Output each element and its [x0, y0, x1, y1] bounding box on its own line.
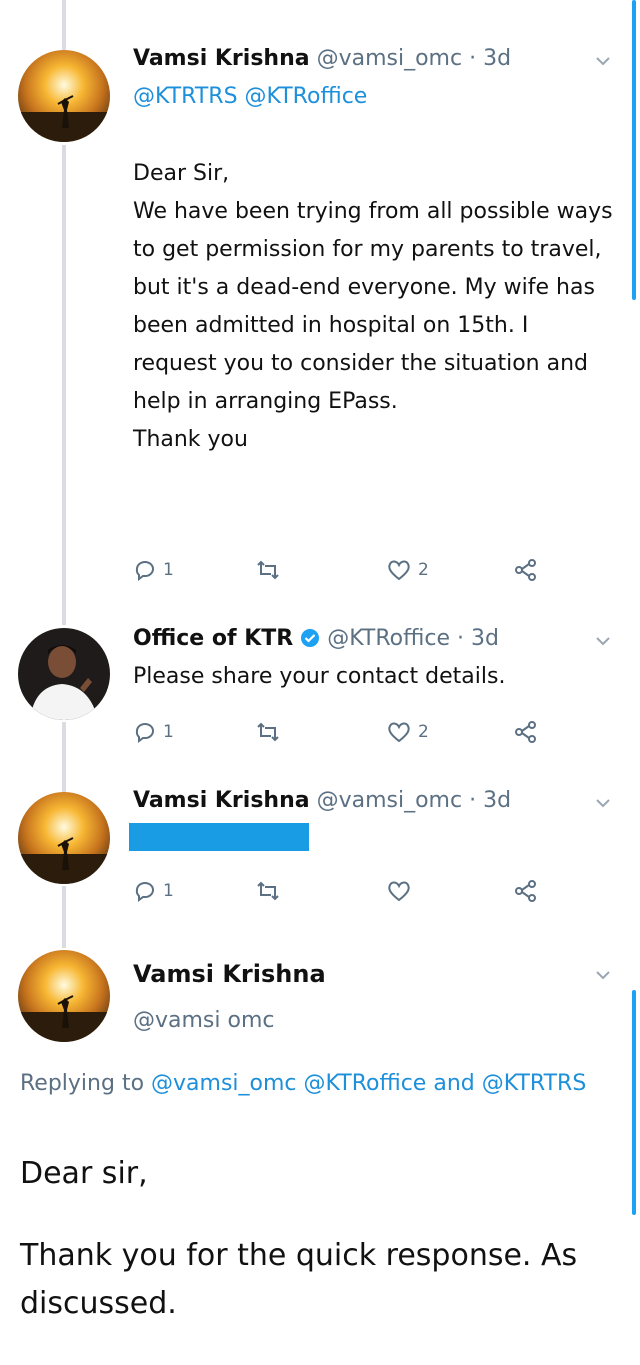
author-name[interactable]: Vamsi Krishna: [133, 788, 310, 813]
avatar[interactable]: [18, 628, 110, 720]
chevron-down-icon[interactable]: [594, 794, 612, 812]
reply-icon: [133, 879, 157, 903]
reply-count: 1: [163, 722, 174, 742]
share-icon: [513, 879, 539, 903]
avatar-sunset-image: [18, 792, 110, 884]
retweet-icon: [255, 879, 281, 903]
replying-mention[interactable]: @KTRoffice: [304, 1071, 427, 1096]
thread-connector-line: [62, 886, 66, 948]
tweet-time[interactable]: 3d: [471, 626, 499, 651]
tweet-body-line: Dear sir,: [20, 1156, 148, 1191]
replying-mention[interactable]: @vamsi_omc: [151, 1071, 297, 1096]
tweet-actions: 1 2: [133, 555, 553, 585]
author-name[interactable]: Vamsi Krishna: [133, 46, 310, 71]
tweet-actions: 1: [133, 876, 553, 906]
author-handle[interactable]: @vamsi_omc: [317, 788, 463, 813]
replying-mention[interactable]: @KTRTRS: [482, 1071, 587, 1096]
tweet-body-line: Thank you for the quick response. As dis…: [20, 1238, 578, 1321]
tweet-body: Please share your contact details.: [133, 658, 618, 696]
author-name[interactable]: Vamsi Krishna: [133, 960, 326, 988]
thread-connector-line: [62, 145, 66, 625]
tweet-mentions[interactable]: @KTRTRS @KTRoffice: [133, 84, 367, 109]
share-icon: [513, 720, 539, 744]
tweet-body-line: We have been trying from all possible wa…: [133, 199, 613, 414]
author-handle[interactable]: @vamsi omc: [133, 1008, 275, 1033]
share-button[interactable]: [513, 555, 539, 585]
share-button[interactable]: [513, 876, 539, 906]
chevron-down-icon[interactable]: [594, 966, 612, 984]
like-icon: [386, 879, 412, 903]
like-button[interactable]: [386, 876, 418, 906]
reply-icon: [133, 558, 157, 582]
separator: ·: [469, 46, 477, 71]
share-button[interactable]: [513, 717, 539, 747]
like-icon: [386, 558, 412, 582]
replying-and[interactable]: and: [433, 1071, 474, 1096]
tweet-header: Office of KTR @KTRoffice · 3d: [133, 626, 610, 654]
avatar-sunset-image: [18, 50, 110, 142]
tweet-time[interactable]: 3d: [483, 46, 511, 71]
tweet-thread-page: Vamsi Krishna @vamsi_omc · 3d @KTRTRS @K…: [0, 0, 640, 1365]
avatar-sunset-image: [18, 950, 110, 1042]
tweet-header: Vamsi Krishna @vamsi_omc · 3d: [133, 788, 610, 813]
thread-connector-line: [62, 0, 66, 50]
scrollbar-thumb[interactable]: [632, 0, 636, 300]
reply-button[interactable]: 1: [133, 717, 174, 747]
reply-button[interactable]: 1: [133, 555, 174, 585]
tweet-body: Dear Sir, We have been trying from all p…: [133, 155, 618, 459]
reply-count: 1: [163, 881, 174, 901]
like-count: 2: [418, 722, 429, 742]
thread-connector-line: [62, 722, 66, 792]
tweet-header: Vamsi Krishna @vamsi_omc · 3d: [133, 46, 610, 71]
tweet-body: Dear sir, Thank you for the quick respon…: [20, 1150, 620, 1328]
chevron-down-icon[interactable]: [594, 52, 612, 70]
avatar[interactable]: [18, 50, 110, 142]
separator: ·: [457, 626, 465, 651]
tweet-body-line: Dear Sir,: [133, 161, 230, 186]
avatar-person-image: [18, 628, 110, 720]
separator: ·: [469, 788, 477, 813]
redacted-content-bar: [129, 823, 309, 851]
retweet-button[interactable]: [255, 555, 287, 585]
share-icon: [513, 558, 539, 582]
like-icon: [386, 720, 412, 744]
retweet-button[interactable]: [255, 717, 287, 747]
retweet-icon: [255, 720, 281, 744]
avatar[interactable]: [18, 950, 110, 1042]
reply-count: 1: [163, 560, 174, 580]
retweet-button[interactable]: [255, 876, 287, 906]
author-name[interactable]: Office of KTR: [133, 626, 293, 651]
reply-button[interactable]: 1: [133, 876, 174, 906]
tweet-time[interactable]: 3d: [483, 788, 511, 813]
replying-prefix: Replying to: [20, 1071, 145, 1096]
reply-icon: [133, 720, 157, 744]
replying-to-line: Replying to @vamsi_omc @KTRoffice and @K…: [20, 1066, 610, 1102]
tweet-actions: 1 2: [133, 717, 553, 747]
chevron-down-icon[interactable]: [594, 632, 612, 650]
like-count: 2: [418, 560, 429, 580]
tweet-body-line: Thank you: [133, 427, 248, 452]
avatar[interactable]: [18, 792, 110, 884]
author-handle[interactable]: @KTRoffice: [327, 626, 450, 651]
like-button[interactable]: 2: [386, 555, 429, 585]
like-button[interactable]: 2: [386, 717, 429, 747]
verified-badge-icon: [300, 628, 320, 654]
retweet-icon: [255, 558, 281, 582]
tweet-body-line: Please share your contact details.: [133, 664, 506, 689]
scrollbar-thumb[interactable]: [632, 990, 636, 1215]
author-handle[interactable]: @vamsi_omc: [317, 46, 463, 71]
